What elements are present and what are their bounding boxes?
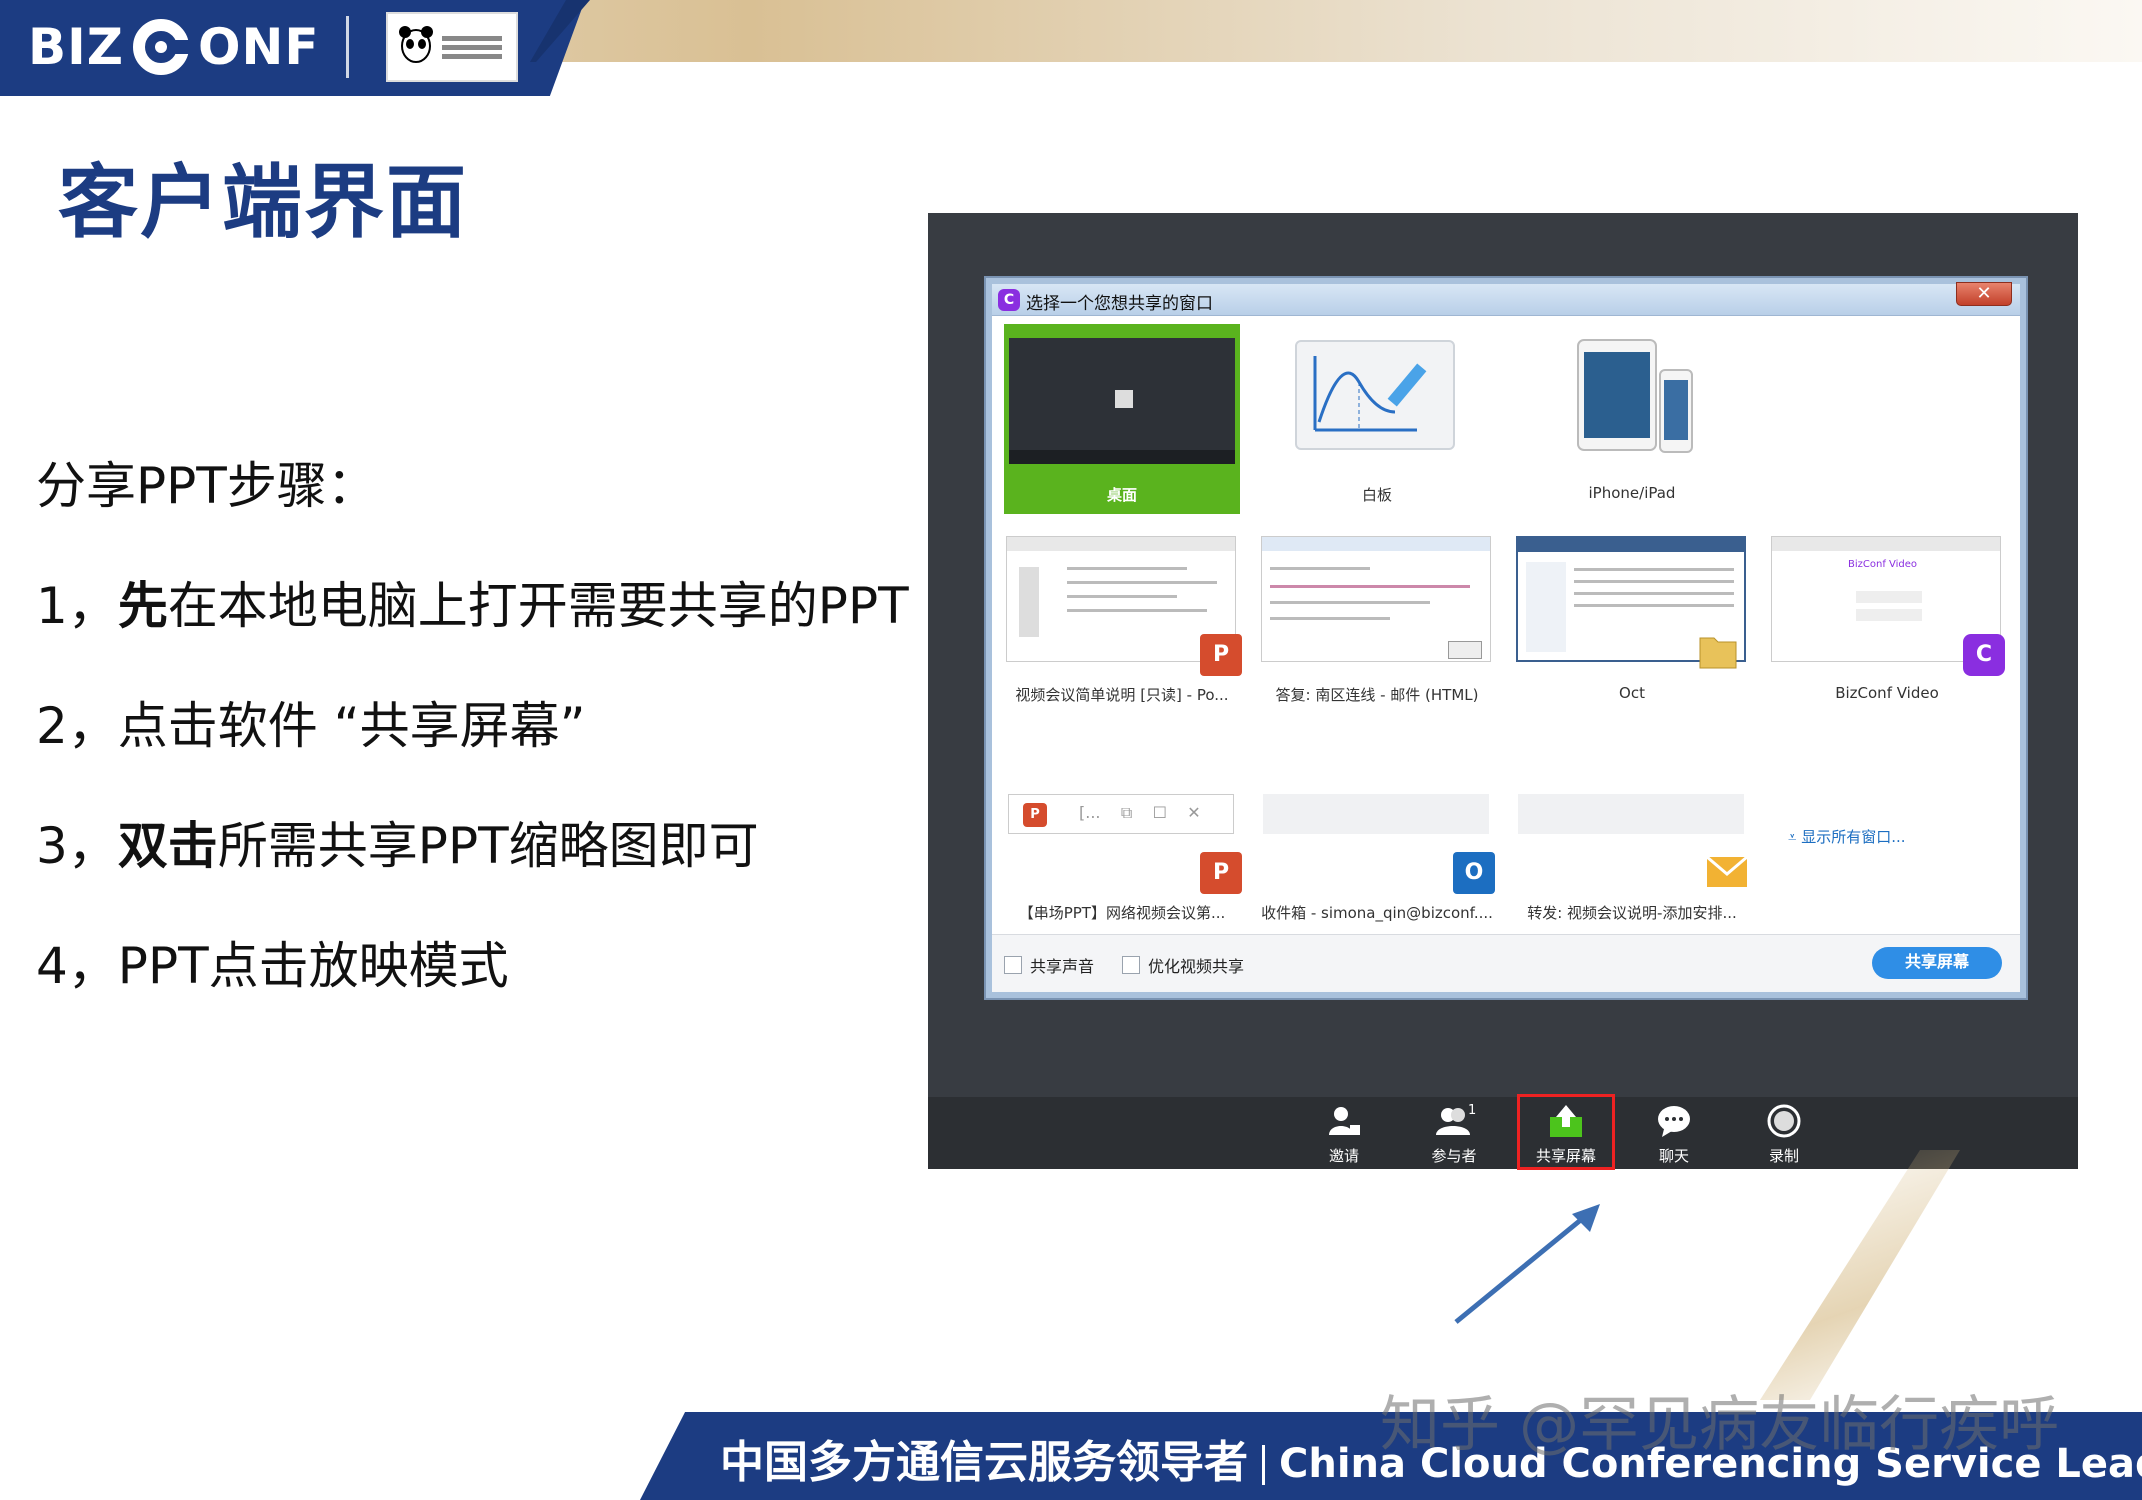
show-all-windows-link[interactable]: ⩡ 显示所有窗口...: [1788, 826, 1906, 847]
outlook-icon: O: [1453, 852, 1495, 894]
share-audio-label: 共享声音: [1030, 957, 1095, 976]
powerpoint-icon: P: [1200, 634, 1242, 676]
share-screen-button[interactable]: 共享屏幕: [1872, 947, 2002, 979]
minimized-window-bar: P [... ⧉ ☐ ✕: [1008, 794, 1234, 834]
tile-caption: 视频会议简单说明 [只读] - Po...: [1015, 686, 1229, 704]
whiteboard-icon: [1295, 340, 1455, 450]
tile-caption: BizConf Video: [1835, 684, 1939, 702]
step-3-prefix: 3，: [36, 817, 118, 875]
tablet-phone-icon: [1577, 339, 1693, 453]
participants-button[interactable]: 1 参与者: [1414, 1103, 1494, 1166]
powerpoint-icon: P: [1200, 852, 1242, 894]
tile-ppt-minimized[interactable]: P [... ⧉ ☐ ✕ P 【串场PPT】网络视频会议第...: [1004, 794, 1242, 924]
footer-slogan-cn: 中国多方通信云服务领导者: [720, 1437, 1248, 1488]
logo-divider: [346, 16, 349, 78]
tile-caption: 转发: 视频会议说明-添加安排...: [1527, 904, 1737, 922]
decorative-swoosh: [1760, 1150, 1960, 1400]
client-screenshot: C 选择一个您想共享的窗口 ✕ 桌面 白板 iPhone/iPad P 视频会议…: [928, 213, 2078, 1170]
tile-caption: 收件箱 - simona_qin@bizconf....: [1261, 904, 1493, 922]
dialog-titlebar: C 选择一个您想共享的窗口 ✕: [992, 282, 2020, 316]
step-4: 4，PPT点击放映模式: [36, 937, 509, 995]
invite-label: 邀请: [1328, 1147, 1359, 1165]
optimize-video-label: 优化视频共享: [1148, 957, 1245, 976]
tile-forward-mail[interactable]: 转发: 视频会议说明-添加安排...: [1514, 794, 1750, 924]
step-3: 3，双击所需共享PPT缩略图即可: [36, 816, 936, 936]
meeting-toolbar: 邀请 1 参与者 共享屏幕 聊天 录制: [928, 1094, 2078, 1170]
steps-intro: 分享PPT步骤：: [36, 457, 377, 515]
show-all-label: 显示所有窗口...: [1801, 828, 1906, 846]
chat-label: 聊天: [1658, 1147, 1689, 1165]
record-icon: [1767, 1104, 1801, 1138]
dialog-title: 选择一个您想共享的窗口: [1026, 294, 1213, 314]
tile-caption: 答复: 南区连线 - 邮件 (HTML): [1275, 686, 1479, 704]
logo-ring-icon: [132, 19, 194, 75]
tile-ppt-readonly[interactable]: P 视频会议简单说明 [只读] - Po...: [1004, 534, 1242, 714]
share-audio-checkbox[interactable]: 共享声音: [1004, 953, 1094, 977]
panda-icon: [399, 26, 433, 63]
step-1: 1，先在本地电脑上打开需要共享的PPT: [36, 576, 936, 696]
chat-icon: [1658, 1106, 1690, 1137]
participants-label: 参与者: [1431, 1147, 1477, 1165]
tile-mail-reply[interactable]: 答复: 南区连线 - 邮件 (HTML): [1259, 534, 1495, 714]
record-button[interactable]: 录制: [1744, 1103, 1824, 1166]
record-label: 录制: [1768, 1147, 1799, 1165]
bizconf-logo: BIZ ONF: [28, 14, 319, 80]
step-1-text: 在本地电脑上打开需要共享的PPT: [167, 577, 909, 635]
tile-caption: 【串场PPT】网络视频会议第...: [1018, 904, 1226, 922]
step-1-bold: 先: [117, 577, 168, 635]
chat-button[interactable]: 聊天: [1634, 1103, 1714, 1166]
share-screen-toolbar-button[interactable]: 共享屏幕: [1517, 1094, 1615, 1170]
partner-logo: [386, 12, 518, 82]
tile-folder-oct[interactable]: Oct: [1514, 534, 1750, 714]
app-icon: C: [998, 289, 1020, 311]
tile-outlook-inbox[interactable]: O 收件箱 - simona_qin@bizconf....: [1259, 794, 1495, 924]
dialog-footer: 共享声音 优化视频共享 共享屏幕: [992, 934, 2020, 992]
share-screen-label: 共享屏幕: [1535, 1147, 1596, 1165]
participant-count: 1: [1468, 1103, 1477, 1118]
instruction-list: 分享PPT步骤： 1，先在本地电脑上打开需要共享的PPT 2，点击软件 “共享屏…: [36, 456, 936, 1056]
minimized-window-bar: [1518, 794, 1744, 834]
tile-whiteboard[interactable]: 白板: [1259, 324, 1495, 514]
tile-desktop[interactable]: 桌面: [1004, 324, 1240, 514]
checkbox-box: [1004, 956, 1022, 974]
envelope-icon: [1706, 856, 1748, 887]
add-user-icon: [1329, 1107, 1360, 1135]
step-2: 2，点击软件 “共享屏幕”: [36, 697, 586, 755]
close-button[interactable]: ✕: [1956, 282, 2012, 306]
logo-text-right: ONF: [197, 18, 320, 76]
folder-icon: [1699, 637, 1737, 669]
bizconf-thumb-label: BizConf Video: [1848, 559, 1918, 570]
expand-icon: ⩡: [1788, 828, 1802, 846]
bizconf-app-icon: C: [1963, 634, 2005, 676]
tile-caption: 桌面: [1106, 486, 1137, 504]
page-title: 客户端界面: [58, 156, 468, 249]
partner-logo-lines: [442, 35, 502, 59]
mail-window-thumbnail: [1261, 536, 1491, 662]
tile-caption: Oct: [1619, 684, 1645, 702]
desktop-thumbnail: [1009, 338, 1235, 464]
logo-text-left: BIZ: [28, 18, 124, 76]
tile-iphone-ipad[interactable]: iPhone/iPad: [1514, 324, 1750, 514]
tile-caption: 白板: [1361, 486, 1392, 504]
step-3-bold: 双击: [117, 817, 218, 875]
optimize-video-checkbox[interactable]: 优化视频共享: [1122, 953, 1244, 977]
step-3-text: 所需共享PPT缩略图即可: [217, 817, 759, 875]
pointer-arrow: [1454, 1204, 1600, 1324]
tile-bizconf-video[interactable]: BizConf Video C BizConf Video: [1769, 534, 2005, 714]
participants-icon: [1436, 1108, 1470, 1135]
invite-button[interactable]: 邀请: [1304, 1103, 1384, 1166]
minimized-window-bar: [1263, 794, 1489, 834]
checkbox-box: [1122, 956, 1140, 974]
step-1-prefix: 1，: [36, 577, 118, 635]
powerpoint-small-icon: P: [1023, 803, 1047, 827]
share-window-dialog: C 选择一个您想共享的窗口 ✕ 桌面 白板 iPhone/iPad P 视频会议…: [986, 278, 2026, 998]
tile-caption: iPhone/iPad: [1588, 484, 1676, 502]
watermark: 知乎 @罕见病友临行疾呼: [1380, 1390, 2060, 1460]
share-screen-icon: [1550, 1105, 1582, 1137]
